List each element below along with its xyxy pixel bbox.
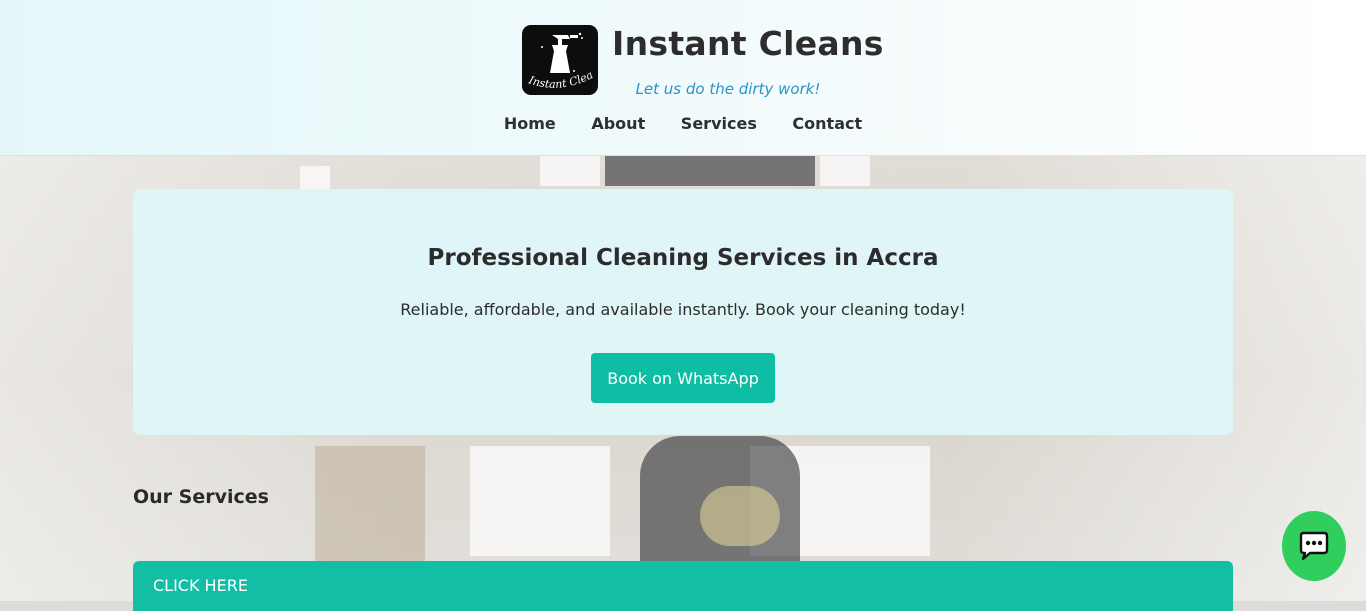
nav-home[interactable]: Home: [504, 114, 556, 133]
click-here-label: CLICK HERE: [153, 576, 248, 595]
chat-button[interactable]: [1282, 511, 1346, 581]
hero-card: Professional Cleaning Services in Accra …: [133, 189, 1233, 435]
logo[interactable]: Instant Cleans: [522, 25, 598, 95]
tagline: Let us do the dirty work!: [635, 80, 821, 98]
hero-text: Reliable, affordable, and available inst…: [400, 300, 966, 319]
nav-about[interactable]: About: [591, 114, 645, 133]
hero-title: Professional Cleaning Services in Accra: [427, 245, 939, 271]
site-header: Instant Cleans Instant Cleans Let us do …: [0, 0, 1366, 156]
nav-services[interactable]: Services: [681, 114, 757, 133]
click-here-bar[interactable]: CLICK HERE: [133, 561, 1233, 611]
book-on-whatsapp-button[interactable]: Book on WhatsApp: [591, 353, 775, 403]
chat-bubble-icon: [1299, 531, 1329, 561]
spray-bottle-icon: Instant Cleans: [522, 25, 595, 91]
services-heading: Our Services: [133, 486, 269, 508]
brand-name: Instant Cleans: [612, 24, 884, 63]
nav-contact[interactable]: Contact: [792, 114, 862, 133]
main-nav: Home About Services Contact: [0, 114, 1366, 133]
